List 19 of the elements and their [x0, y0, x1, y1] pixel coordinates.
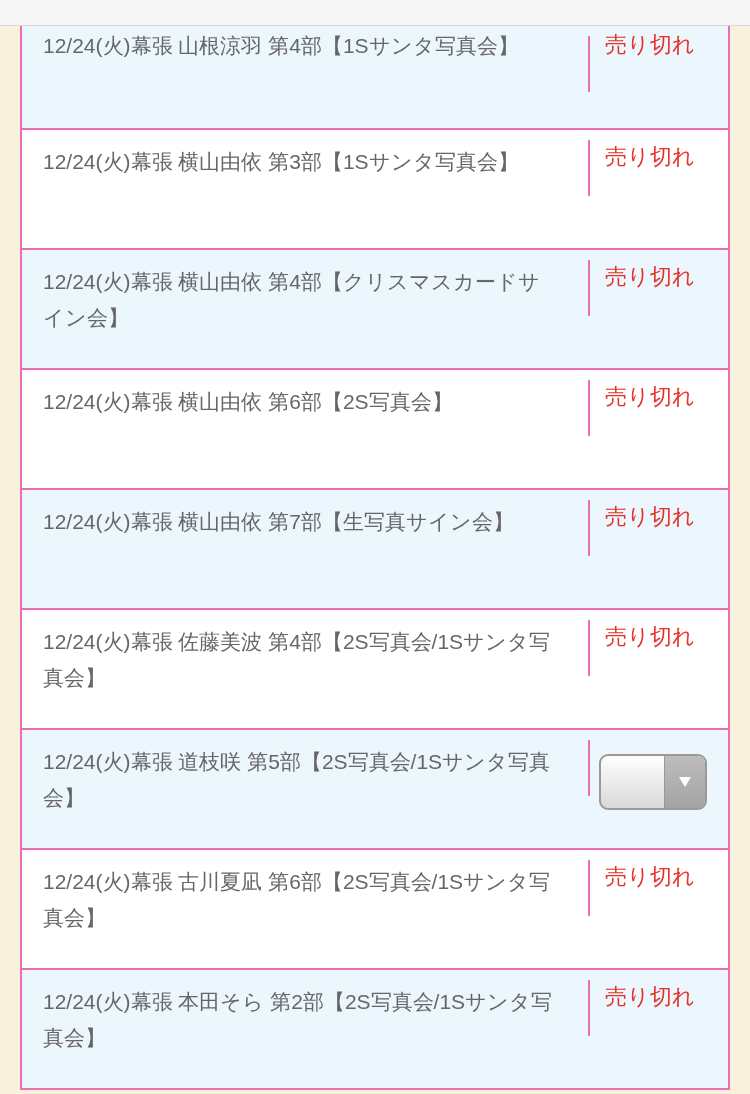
- sold-out-label: 売り切れ: [605, 383, 695, 411]
- sold-out-label: 売り切れ: [605, 623, 695, 651]
- event-title: 12/24(火)幕張 山根涼羽 第4部【1Sサンタ写真会】: [42, 33, 520, 59]
- event-title: 12/24(火)幕張 横山由依 第3部【1Sサンタ写真会】: [42, 149, 520, 175]
- sold-out-label: 売り切れ: [605, 31, 695, 59]
- sold-out-label: 売り切れ: [605, 143, 695, 171]
- event-title: 12/24(火)幕張 横山由依 第7部【生写真サイン会】: [42, 509, 515, 535]
- event-title: 12/24(火)幕張 横山由依 第4部【クリスマスカードサイン会】: [42, 269, 541, 331]
- sold-out-label: 売り切れ: [605, 503, 695, 531]
- event-title: 12/24(火)幕張 道枝咲 第5部【2S写真会/1Sサンタ写真会】: [42, 749, 552, 811]
- dropdown-arrow-icon: [679, 777, 691, 787]
- quantity-dropdown[interactable]: [599, 754, 707, 810]
- event-title: 12/24(火)幕張 横山由依 第6部【2S写真会】: [42, 389, 454, 415]
- event-title: 12/24(火)幕張 古川夏凪 第6部【2S写真会/1Sサンタ写真会】: [42, 869, 552, 931]
- sold-out-label: 売り切れ: [605, 263, 695, 291]
- event-title: 12/24(火)幕張 本田そら 第2部【2S写真会/1Sサンタ写真会】: [42, 989, 554, 1051]
- event-title: 12/24(火)幕張 佐藤美波 第4部【2S写真会/1Sサンタ写真会】: [42, 629, 552, 691]
- sold-out-label: 売り切れ: [605, 863, 695, 891]
- sold-out-label: 売り切れ: [605, 983, 695, 1011]
